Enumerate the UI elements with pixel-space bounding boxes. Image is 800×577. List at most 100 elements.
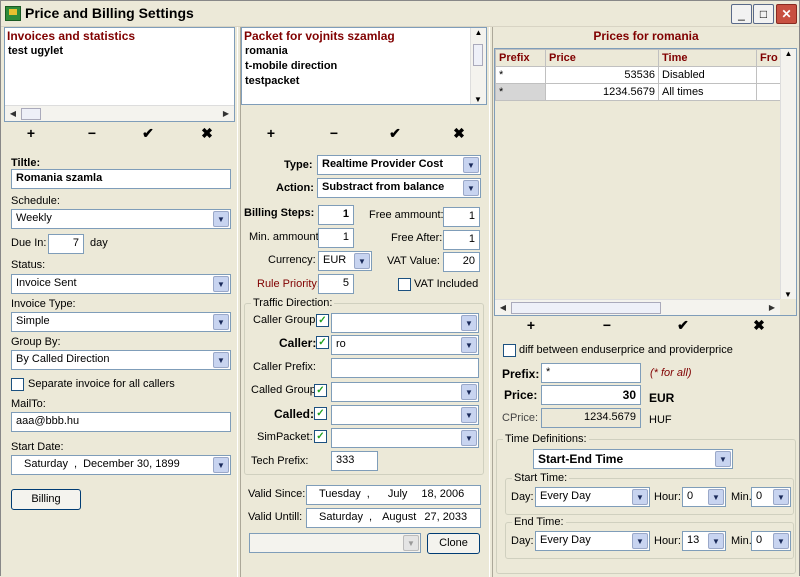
remove-icon[interactable]: − bbox=[82, 125, 102, 141]
currency-select[interactable]: EUR ▼ bbox=[318, 251, 372, 271]
chevron-down-icon[interactable]: ▼ bbox=[773, 533, 789, 549]
mailto-input[interactable]: aaa@bbb.hu bbox=[11, 412, 231, 432]
scroll-thumb[interactable] bbox=[473, 44, 483, 66]
chevron-down-icon[interactable]: ▼ bbox=[463, 157, 479, 173]
start-date-picker[interactable]: Saturday, December 30, 1899 ▼ bbox=[11, 455, 231, 475]
prices-grid[interactable]: Prefix Price Time Fro * 53536 Disabled *… bbox=[494, 48, 797, 316]
maximize-button[interactable]: □ bbox=[753, 4, 774, 24]
chevron-down-icon[interactable]: ▼ bbox=[715, 451, 731, 467]
chevron-down-icon[interactable]: ▼ bbox=[773, 489, 789, 505]
column-header-from[interactable]: Fro bbox=[756, 49, 782, 67]
cancel-icon[interactable]: ✖ bbox=[449, 125, 469, 142]
prefix-input[interactable]: * bbox=[541, 363, 641, 383]
invoice-type-select[interactable]: Simple ▼ bbox=[11, 312, 231, 332]
clone-button[interactable]: Clone bbox=[427, 533, 480, 554]
schedule-select[interactable]: Weekly ▼ bbox=[11, 209, 231, 229]
chevron-down-icon[interactable]: ▼ bbox=[213, 352, 229, 368]
scroll-left-icon[interactable]: ◀ bbox=[5, 106, 21, 121]
price-input[interactable]: 30 bbox=[541, 385, 641, 405]
chevron-down-icon[interactable]: ▼ bbox=[461, 407, 477, 423]
ok-icon[interactable]: ✔ bbox=[138, 125, 158, 142]
column-header-prefix[interactable]: Prefix bbox=[495, 49, 546, 67]
list-item[interactable]: t-mobile direction bbox=[242, 59, 486, 74]
end-min-select[interactable]: 0 ▼ bbox=[751, 531, 791, 551]
billing-steps-input[interactable]: 1 bbox=[318, 205, 354, 225]
caller-group-select[interactable]: ▼ bbox=[331, 313, 479, 333]
prices-hscrollbar[interactable]: ◀ ▶ bbox=[495, 299, 780, 315]
cell-from[interactable] bbox=[756, 83, 782, 101]
close-button[interactable]: ✕ bbox=[776, 4, 797, 24]
table-row[interactable]: * 1234.5679 All times bbox=[495, 83, 782, 101]
chevron-down-icon[interactable]: ▼ bbox=[213, 211, 229, 227]
cell-time[interactable]: Disabled bbox=[658, 66, 757, 84]
scroll-right-icon[interactable]: ▶ bbox=[218, 106, 234, 121]
add-icon[interactable]: + bbox=[21, 125, 41, 141]
simpacket-checkbox[interactable]: ✓ bbox=[314, 430, 327, 443]
called-group-select[interactable]: ▼ bbox=[331, 382, 479, 402]
scroll-left-icon[interactable]: ◀ bbox=[495, 300, 511, 315]
chevron-down-icon[interactable]: ▼ bbox=[213, 457, 229, 473]
cell-price[interactable]: 53536 bbox=[545, 66, 659, 84]
table-row[interactable]: * 53536 Disabled bbox=[495, 66, 782, 84]
called-checkbox[interactable]: ✓ bbox=[314, 407, 327, 420]
cell-price[interactable]: 1234.5679 bbox=[545, 83, 659, 101]
free-amount-input[interactable]: 1 bbox=[443, 207, 480, 227]
scroll-up-icon[interactable]: ▲ bbox=[471, 28, 486, 37]
caller-group-checkbox[interactable]: ✓ bbox=[316, 314, 329, 327]
cell-prefix[interactable]: * bbox=[495, 83, 546, 101]
chevron-down-icon[interactable]: ▼ bbox=[708, 533, 724, 549]
invoices-hscrollbar[interactable]: ◀ ▶ bbox=[5, 105, 234, 121]
end-day-select[interactable]: Every Day ▼ bbox=[535, 531, 650, 551]
packet-vscrollbar[interactable]: ▲ ▼ bbox=[470, 28, 486, 104]
status-select[interactable]: Invoice Sent ▼ bbox=[11, 274, 231, 294]
chevron-down-icon[interactable]: ▼ bbox=[213, 314, 229, 330]
min-amount-input[interactable]: 1 bbox=[318, 228, 354, 248]
simpacket-select[interactable]: ▼ bbox=[331, 428, 479, 448]
time-definition-select[interactable]: Start-End Time ▼ bbox=[533, 449, 733, 469]
type-select[interactable]: Realtime Provider Cost ▼ bbox=[317, 155, 481, 175]
caller-prefix-input[interactable] bbox=[331, 358, 479, 378]
chevron-down-icon[interactable]: ▼ bbox=[461, 315, 477, 331]
cell-time[interactable]: All times bbox=[658, 83, 757, 101]
cell-prefix[interactable]: * bbox=[495, 66, 546, 84]
invoices-list[interactable]: Invoices and statistics test ugylet ◀ ▶ bbox=[4, 27, 235, 122]
scroll-thumb[interactable] bbox=[511, 302, 661, 314]
chevron-down-icon[interactable]: ▼ bbox=[632, 489, 648, 505]
rule-priority-input[interactable]: 5 bbox=[318, 274, 354, 294]
scroll-right-icon[interactable]: ▶ bbox=[764, 300, 780, 315]
list-item[interactable]: testpacket bbox=[242, 74, 486, 89]
tech-prefix-input[interactable]: 333 bbox=[331, 451, 378, 471]
ok-icon[interactable]: ✔ bbox=[385, 125, 405, 142]
column-header-price[interactable]: Price bbox=[545, 49, 659, 67]
caller-select[interactable]: ro ▼ bbox=[331, 335, 479, 355]
billing-button[interactable]: Billing bbox=[11, 489, 81, 510]
title-input[interactable]: Romania szamla bbox=[11, 169, 231, 189]
chevron-down-icon[interactable]: ▼ bbox=[632, 533, 648, 549]
chevron-down-icon[interactable]: ▼ bbox=[461, 384, 477, 400]
due-input[interactable]: 7 bbox=[48, 234, 84, 254]
cancel-icon[interactable]: ✖ bbox=[749, 317, 769, 334]
vat-included-checkbox[interactable] bbox=[398, 278, 411, 291]
scroll-down-icon[interactable]: ▼ bbox=[471, 95, 485, 104]
action-select[interactable]: Substract from balance ▼ bbox=[317, 178, 481, 198]
chevron-down-icon[interactable]: ▼ bbox=[461, 337, 477, 353]
packet-list[interactable]: Packet for vojnits szamlag romania t-mob… bbox=[241, 27, 487, 105]
called-group-checkbox[interactable]: ✓ bbox=[314, 384, 327, 397]
list-item[interactable]: romania bbox=[242, 44, 486, 59]
start-hour-select[interactable]: 0 ▼ bbox=[682, 487, 726, 507]
end-hour-select[interactable]: 13 ▼ bbox=[682, 531, 726, 551]
start-day-select[interactable]: Every Day ▼ bbox=[535, 487, 650, 507]
scroll-down-icon[interactable]: ▼ bbox=[781, 290, 795, 299]
chevron-down-icon[interactable]: ▼ bbox=[354, 253, 370, 269]
column-header-time[interactable]: Time bbox=[658, 49, 757, 67]
valid-until-picker[interactable]: Saturday, August 27, 2033 bbox=[306, 508, 481, 528]
group-by-select[interactable]: By Called Direction ▼ bbox=[11, 350, 231, 370]
minimize-button[interactable]: _ bbox=[731, 4, 752, 24]
free-after-input[interactable]: 1 bbox=[443, 230, 480, 250]
chevron-down-icon[interactable]: ▼ bbox=[463, 180, 479, 196]
prices-vscrollbar[interactable]: ▲ ▼ bbox=[780, 49, 796, 299]
vat-input[interactable]: 20 bbox=[443, 252, 480, 272]
add-icon[interactable]: + bbox=[521, 317, 541, 333]
chevron-down-icon[interactable]: ▼ bbox=[461, 430, 477, 446]
chevron-down-icon[interactable]: ▼ bbox=[708, 489, 724, 505]
